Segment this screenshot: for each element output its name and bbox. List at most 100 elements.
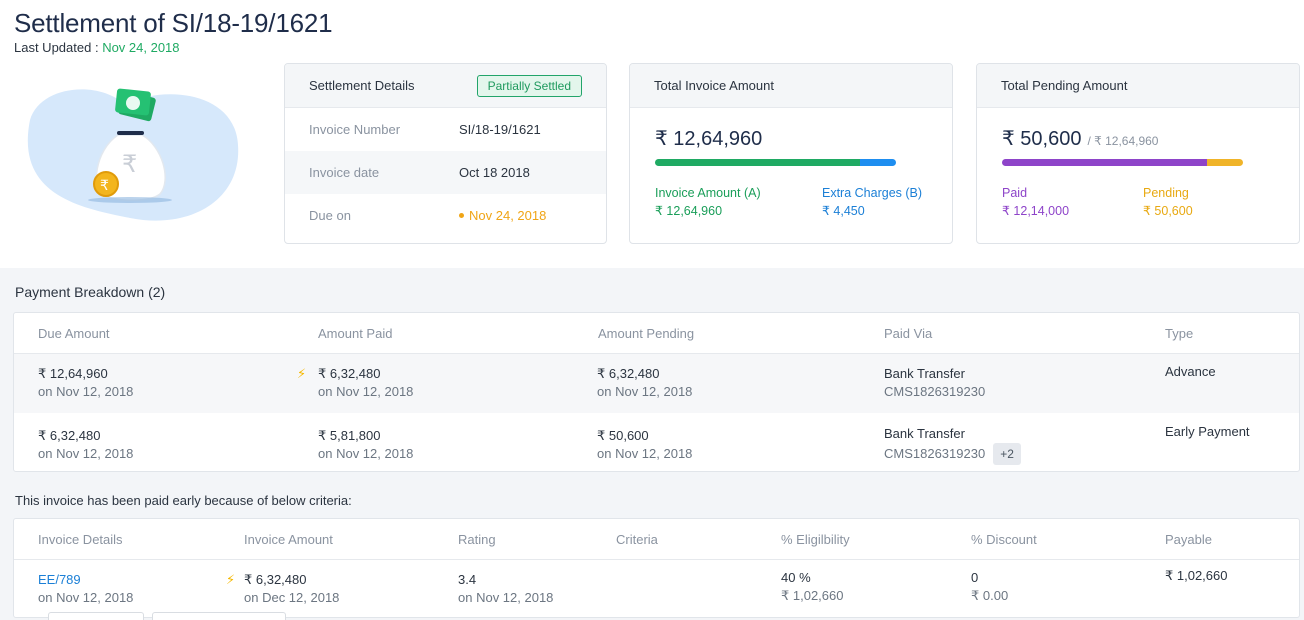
last-updated: Last Updated : Nov 24, 2018 bbox=[14, 40, 180, 55]
bag-rupee-symbol: ₹ bbox=[122, 150, 137, 178]
payment-breakdown-table: Due Amount Amount Paid Amount Pending Pa… bbox=[13, 312, 1300, 472]
pending-progress-bar bbox=[1002, 159, 1243, 166]
detail-row-due-on: Due on Nov 24, 2018 bbox=[285, 194, 606, 237]
table-header: Due Amount Amount Paid Amount Pending Pa… bbox=[14, 313, 1299, 354]
table-row[interactable]: ₹ 12,64,960 on Nov 12, 2018 ⚡ ₹ 6,32,480… bbox=[14, 354, 1299, 413]
more-references-chip[interactable]: +2 bbox=[993, 443, 1021, 465]
pending-of-total: / ₹ 12,64,960 bbox=[1087, 134, 1159, 148]
detail-label: Invoice date bbox=[309, 165, 380, 180]
pending-amount-value: ₹ 50,600 bbox=[1002, 128, 1082, 150]
legend-value: ₹ 12,14,000 bbox=[1002, 204, 1070, 218]
column-header: Criteria bbox=[616, 532, 658, 547]
date: on Nov 12, 2018 bbox=[38, 590, 134, 605]
discount-cell: 0 ₹ 0.00 bbox=[971, 569, 1008, 605]
legend-value: ₹ 4,450 bbox=[822, 204, 865, 218]
detail-row-invoice-date: Invoice date Oct 18 2018 bbox=[285, 151, 606, 194]
column-header: Amount Pending bbox=[598, 326, 695, 341]
amount: ₹ 5,81,800 bbox=[318, 428, 381, 443]
amount-pending-cell: ₹ 50,600 on Nov 12, 2018 bbox=[597, 427, 692, 463]
tab-stub[interactable] bbox=[48, 612, 144, 620]
percent: 40 % bbox=[781, 570, 811, 585]
card-title: Total Invoice Amount bbox=[654, 78, 774, 93]
status-badge: Partially Settled bbox=[476, 74, 582, 97]
detail-label: Invoice Number bbox=[309, 122, 401, 137]
rating: 3.4 bbox=[458, 572, 477, 587]
date: on Nov 12, 2018 bbox=[38, 384, 134, 399]
total-invoice-amount: ₹ 12,64,960 bbox=[655, 128, 763, 150]
pending-segment bbox=[1206, 159, 1243, 166]
column-header: Due Amount bbox=[38, 326, 110, 341]
payable-cell: ₹ 1,02,660 bbox=[1165, 568, 1228, 583]
amount-paid-cell: ₹ 5,81,800 on Nov 12, 2018 bbox=[318, 427, 413, 463]
legend-label: Extra Charges (B) bbox=[822, 186, 923, 200]
amount: ₹ 6,32,480 bbox=[244, 572, 307, 587]
amount: ₹ 6,32,480 bbox=[38, 428, 101, 443]
legend-value: ₹ 12,64,960 bbox=[655, 204, 723, 218]
column-header: Invoice Amount bbox=[244, 532, 333, 547]
legend-label: Invoice Amount (A) bbox=[655, 186, 761, 200]
rating-cell: 3.4 on Nov 12, 2018 bbox=[458, 571, 553, 607]
date: on Nov 12, 2018 bbox=[318, 384, 414, 399]
invoice-details-cell: EE/789 on Nov 12, 2018 bbox=[38, 571, 133, 607]
legend-paid: Paid ₹ 12,14,000 bbox=[1002, 184, 1069, 220]
due-amount-cell: ₹ 12,64,960 on Nov 12, 2018 bbox=[38, 365, 133, 401]
amount-paid-cell: ₹ 6,32,480 on Nov 12, 2018 bbox=[318, 365, 413, 401]
legend-pending: Pending ₹ 50,600 bbox=[1143, 184, 1193, 220]
legend-label: Pending bbox=[1143, 186, 1189, 200]
card-title: Settlement Details bbox=[309, 78, 415, 93]
lightning-icon: ⚡ bbox=[297, 366, 307, 381]
column-header: Amount Paid bbox=[318, 326, 393, 341]
lightning-icon: ⚡ bbox=[226, 572, 236, 587]
settlement-details-card: Settlement Details Partially Settled Inv… bbox=[284, 63, 607, 244]
table-row[interactable]: ₹ 6,32,480 on Nov 12, 2018 ₹ 5,81,800 on… bbox=[14, 413, 1299, 471]
total-pending-card: Total Pending Amount ₹ 50,600 / ₹ 12,64,9… bbox=[976, 63, 1300, 244]
criteria-table: Invoice Details Invoice Amount Rating Cr… bbox=[13, 518, 1300, 618]
column-header: Invoice Details bbox=[38, 532, 123, 547]
invoice-amount-segment bbox=[655, 159, 860, 166]
table-row[interactable]: EE/789 on Nov 12, 2018 ⚡ ₹ 6,32,480 on D… bbox=[14, 560, 1299, 617]
date: on Nov 12, 2018 bbox=[458, 590, 554, 605]
page-title: Settlement of SI/18-19/1621 bbox=[14, 8, 333, 38]
date: on Nov 12, 2018 bbox=[597, 384, 693, 399]
reference: CMS1826319230 +2 bbox=[884, 443, 1021, 465]
amount-pending-cell: ₹ 6,32,480 on Nov 12, 2018 bbox=[597, 365, 692, 401]
paid-via-cell: Bank Transfer CMS1826319230 +2 bbox=[884, 425, 1021, 465]
date: on Dec 12, 2018 bbox=[244, 590, 340, 605]
legend-invoice-amount: Invoice Amount (A) ₹ 12,64,960 bbox=[655, 184, 761, 220]
legend-label: Paid bbox=[1002, 186, 1028, 200]
date: on Nov 12, 2018 bbox=[318, 446, 414, 461]
method: Bank Transfer bbox=[884, 426, 965, 441]
column-header: Paid Via bbox=[884, 326, 933, 341]
detail-value: Oct 18 2018 bbox=[459, 165, 530, 180]
amount: ₹ 12,64,960 bbox=[38, 366, 108, 381]
paid-segment bbox=[1002, 159, 1207, 166]
tab-stub[interactable] bbox=[152, 612, 286, 620]
column-header: Rating bbox=[458, 532, 496, 547]
details-area: Payment Breakdown (2) Due Amount Amount … bbox=[0, 268, 1304, 620]
date: on Nov 12, 2018 bbox=[38, 446, 134, 461]
due-date-value: Nov 24, 2018 bbox=[469, 208, 547, 223]
legend-extra-charges: Extra Charges (B) ₹ 4,450 bbox=[822, 184, 922, 220]
reference: CMS1826319230 bbox=[884, 384, 986, 399]
amount: ₹ 50,600 bbox=[597, 428, 649, 443]
column-header: Payable bbox=[1165, 532, 1212, 547]
section-title: Payment Breakdown (2) bbox=[15, 284, 166, 300]
last-updated-label: Last Updated : bbox=[14, 40, 99, 55]
card-title: Total Pending Amount bbox=[1001, 78, 1128, 93]
detail-value: Nov 24, 2018 bbox=[459, 208, 546, 223]
summary-area: Settlement of SI/18-19/1621 Last Updated… bbox=[0, 0, 1304, 268]
column-header: % Eligilbility bbox=[781, 532, 850, 547]
invoice-amount-cell: ₹ 6,32,480 on Dec 12, 2018 bbox=[244, 571, 339, 607]
invoice-link[interactable]: EE/789 bbox=[38, 572, 81, 587]
reference-id: CMS1826319230 bbox=[884, 446, 986, 461]
extra-charges-segment bbox=[859, 159, 896, 166]
total-invoice-card: Total Invoice Amount ₹ 12,64,960 Invoice… bbox=[629, 63, 953, 244]
tab-stubs bbox=[0, 612, 300, 620]
detail-value: SI/18-19/1621 bbox=[459, 122, 541, 137]
amount: ₹ 6,32,480 bbox=[597, 366, 660, 381]
method: Bank Transfer bbox=[884, 366, 965, 381]
warning-dot-icon bbox=[459, 213, 464, 219]
detail-row-invoice-number: Invoice Number SI/18-19/1621 bbox=[285, 108, 606, 151]
type-cell: Advance bbox=[1165, 364, 1216, 379]
legend-value: ₹ 50,600 bbox=[1143, 204, 1193, 218]
